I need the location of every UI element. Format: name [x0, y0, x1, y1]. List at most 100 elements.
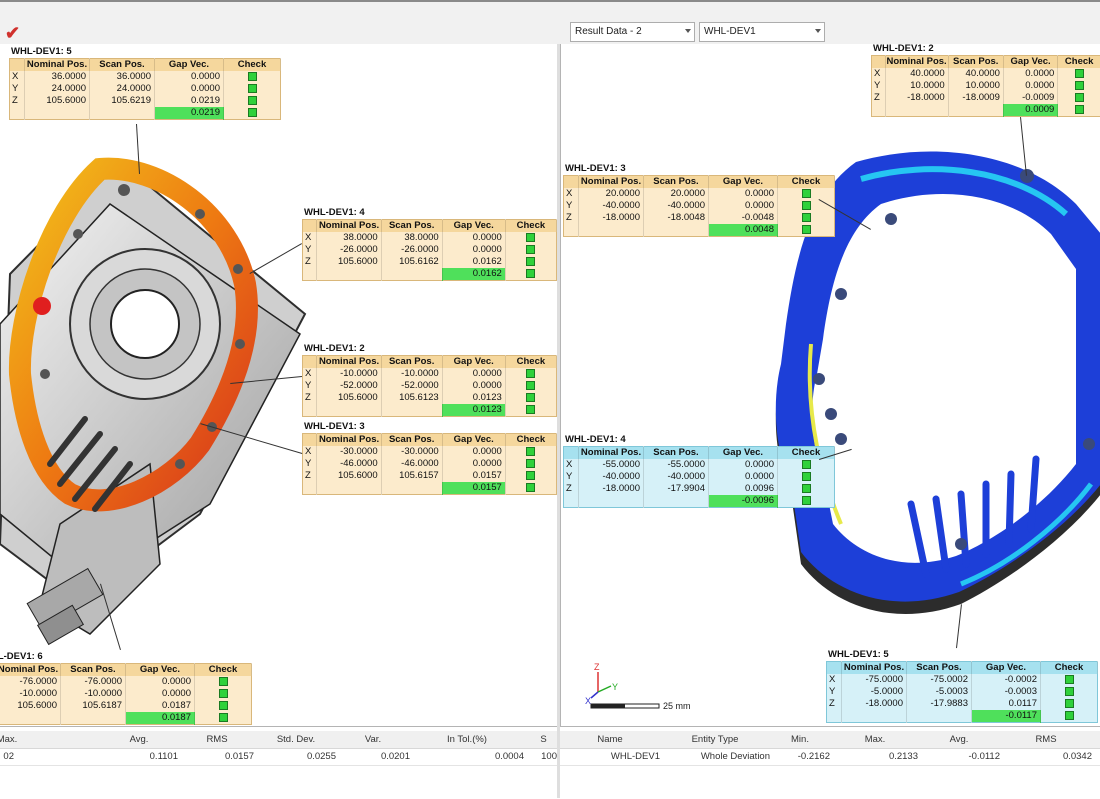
- value-cell: -5.0003: [907, 686, 972, 698]
- callout-row: X40.000040.00000.0000: [872, 68, 1100, 80]
- check-square-icon[interactable]: [248, 72, 257, 81]
- callout-title: WHL-DEV1: 2: [871, 44, 1100, 55]
- header-cell: Nominal Pos.: [579, 176, 644, 189]
- check-square-icon[interactable]: [802, 201, 811, 210]
- callout-header-row: Nominal Pos.Scan Pos.Gap Vec.Check: [303, 220, 557, 233]
- check-cell: [778, 224, 835, 237]
- header-cell: Gap Vec.: [442, 220, 505, 233]
- stats-header-cell[interactable]: Var.: [336, 731, 410, 748]
- check-square-icon[interactable]: [802, 189, 811, 198]
- check-square-icon[interactable]: [526, 393, 535, 402]
- check-square-icon[interactable]: [802, 472, 811, 481]
- check-square-icon[interactable]: [526, 459, 535, 468]
- check-square-icon[interactable]: [802, 460, 811, 469]
- check-square-icon[interactable]: [219, 677, 228, 686]
- check-square-icon[interactable]: [1065, 711, 1074, 720]
- axis-cell: X: [10, 71, 25, 83]
- checkmark-icon[interactable]: ✔: [5, 24, 20, 42]
- check-square-icon[interactable]: [526, 257, 535, 266]
- check-square-icon[interactable]: [526, 269, 535, 278]
- callout-right-2[interactable]: WHL-DEV1: 4Nominal Pos.Scan Pos.Gap Vec.…: [563, 433, 835, 508]
- stats-header-cell[interactable]: Name: [560, 731, 660, 748]
- stats-header-cell[interactable]: RMS: [1000, 731, 1092, 748]
- check-square-icon[interactable]: [219, 713, 228, 722]
- check-square-icon[interactable]: [802, 225, 811, 234]
- callout-left-0[interactable]: WHL-DEV1: 5Nominal Pos.Scan Pos.Gap Vec.…: [9, 45, 281, 120]
- value-cell: 24.0000: [90, 83, 155, 95]
- right-stats-row[interactable]: WHL-DEV1Whole Deviation-0.21620.2133-0.0…: [560, 748, 1100, 766]
- stats-value-cell: 0.1101: [100, 748, 178, 765]
- callout-row: Y-5.0000-5.0003-0.0003: [827, 686, 1098, 698]
- check-square-icon[interactable]: [526, 471, 535, 480]
- axis-cell: Z: [872, 92, 886, 104]
- check-square-icon[interactable]: [802, 213, 811, 222]
- check-square-icon[interactable]: [248, 108, 257, 117]
- chevron-down-icon: [685, 29, 691, 33]
- stats-header-cell[interactable]: Avg.: [100, 731, 178, 748]
- check-square-icon[interactable]: [1075, 93, 1084, 102]
- stats-header-cell[interactable]: Min.: [770, 731, 830, 748]
- callout-title: WHL-DEV1: 2: [302, 342, 557, 355]
- callout-right-0[interactable]: WHL-DEV1: 2Nominal Pos.Scan Pos.Gap Vec.…: [871, 44, 1100, 117]
- check-square-icon[interactable]: [526, 245, 535, 254]
- value-cell: 105.6000: [0, 700, 61, 712]
- check-cell: [1058, 104, 1100, 117]
- left-stats-row[interactable]: 020.11010.01570.02550.02010.0004100: [0, 748, 557, 766]
- gasket-part-model[interactable]: Z Y X 25 mm: [561, 44, 1100, 726]
- view-splitter[interactable]: [557, 44, 560, 798]
- value-cell: 0.0000: [442, 446, 505, 458]
- callout-gap-row: 0.0162: [303, 268, 557, 281]
- stats-header-cell[interactable]: Max.: [0, 731, 44, 748]
- right-3d-viewport[interactable]: Z Y X 25 mm WHL-DEV1: 2Nominal Pos.Scan …: [560, 44, 1100, 726]
- check-square-icon[interactable]: [526, 447, 535, 456]
- value-cell: 24.0000: [25, 83, 90, 95]
- result-data-select[interactable]: Result Data - 2: [570, 22, 695, 42]
- stats-header-cell[interactable]: Max.: [832, 731, 918, 748]
- callout-row: Y24.000024.00000.0000: [10, 83, 281, 95]
- callout-row: 105.6000105.61870.0187: [0, 700, 252, 712]
- check-square-icon[interactable]: [526, 381, 535, 390]
- check-cell: [1058, 92, 1100, 104]
- callout-left-4[interactable]: WHL-DEV1: 6Nominal Pos.Scan Pos.Gap Vec.…: [0, 650, 252, 725]
- check-square-icon[interactable]: [526, 405, 535, 414]
- check-square-icon[interactable]: [526, 483, 535, 492]
- left-3d-viewport[interactable]: WHL-DEV1: 5Nominal Pos.Scan Pos.Gap Vec.…: [0, 44, 558, 726]
- stats-header-cell[interactable]: Entity Type: [660, 731, 770, 748]
- callout-left-2[interactable]: WHL-DEV1: 2Nominal Pos.Scan Pos.Gap Vec.…: [302, 342, 557, 417]
- check-square-icon[interactable]: [219, 689, 228, 698]
- entity-select[interactable]: WHL-DEV1: [699, 22, 825, 42]
- stats-header-cell[interactable]: S: [530, 731, 557, 748]
- check-cell: [1041, 710, 1098, 723]
- check-square-icon[interactable]: [1075, 105, 1084, 114]
- check-square-icon[interactable]: [526, 369, 535, 378]
- value-cell: -17.9883: [907, 698, 972, 710]
- callout-table: Nominal Pos.Scan Pos.Gap Vec.CheckX-30.0…: [302, 433, 557, 495]
- check-square-icon[interactable]: [802, 496, 811, 505]
- value-cell: 0.0000: [709, 471, 778, 483]
- check-square-icon[interactable]: [526, 233, 535, 242]
- callout-left-1[interactable]: WHL-DEV1: 4Nominal Pos.Scan Pos.Gap Vec.…: [302, 206, 557, 281]
- stats-header-cell[interactable]: In Tol.(%): [410, 731, 524, 748]
- check-square-icon[interactable]: [802, 484, 811, 493]
- callout-header-row: Nominal Pos.Scan Pos.Gap Vec.Check: [10, 59, 281, 72]
- value-cell: 0.0000: [709, 200, 778, 212]
- callout-left-3[interactable]: WHL-DEV1: 3Nominal Pos.Scan Pos.Gap Vec.…: [302, 420, 557, 495]
- check-square-icon[interactable]: [1065, 699, 1074, 708]
- axis-cell: Y: [303, 244, 317, 256]
- check-square-icon[interactable]: [1075, 81, 1084, 90]
- check-square-icon[interactable]: [1075, 69, 1084, 78]
- check-square-icon[interactable]: [248, 84, 257, 93]
- header-axis: [303, 356, 317, 369]
- stats-header-cell[interactable]: Std. Dev.: [256, 731, 336, 748]
- empty-cell: [25, 107, 90, 120]
- stats-header-cell[interactable]: RMS: [180, 731, 254, 748]
- value-cell: -10.0000: [381, 368, 442, 380]
- check-square-icon[interactable]: [1065, 687, 1074, 696]
- callout-right-3[interactable]: WHL-DEV1: 5Nominal Pos.Scan Pos.Gap Vec.…: [826, 648, 1098, 723]
- axis-cell: Z: [303, 256, 317, 268]
- check-square-icon[interactable]: [248, 96, 257, 105]
- check-square-icon[interactable]: [1065, 675, 1074, 684]
- stats-header-cell[interactable]: Avg.: [918, 731, 1000, 748]
- callout-right-1[interactable]: WHL-DEV1: 3Nominal Pos.Scan Pos.Gap Vec.…: [563, 162, 835, 237]
- check-square-icon[interactable]: [219, 701, 228, 710]
